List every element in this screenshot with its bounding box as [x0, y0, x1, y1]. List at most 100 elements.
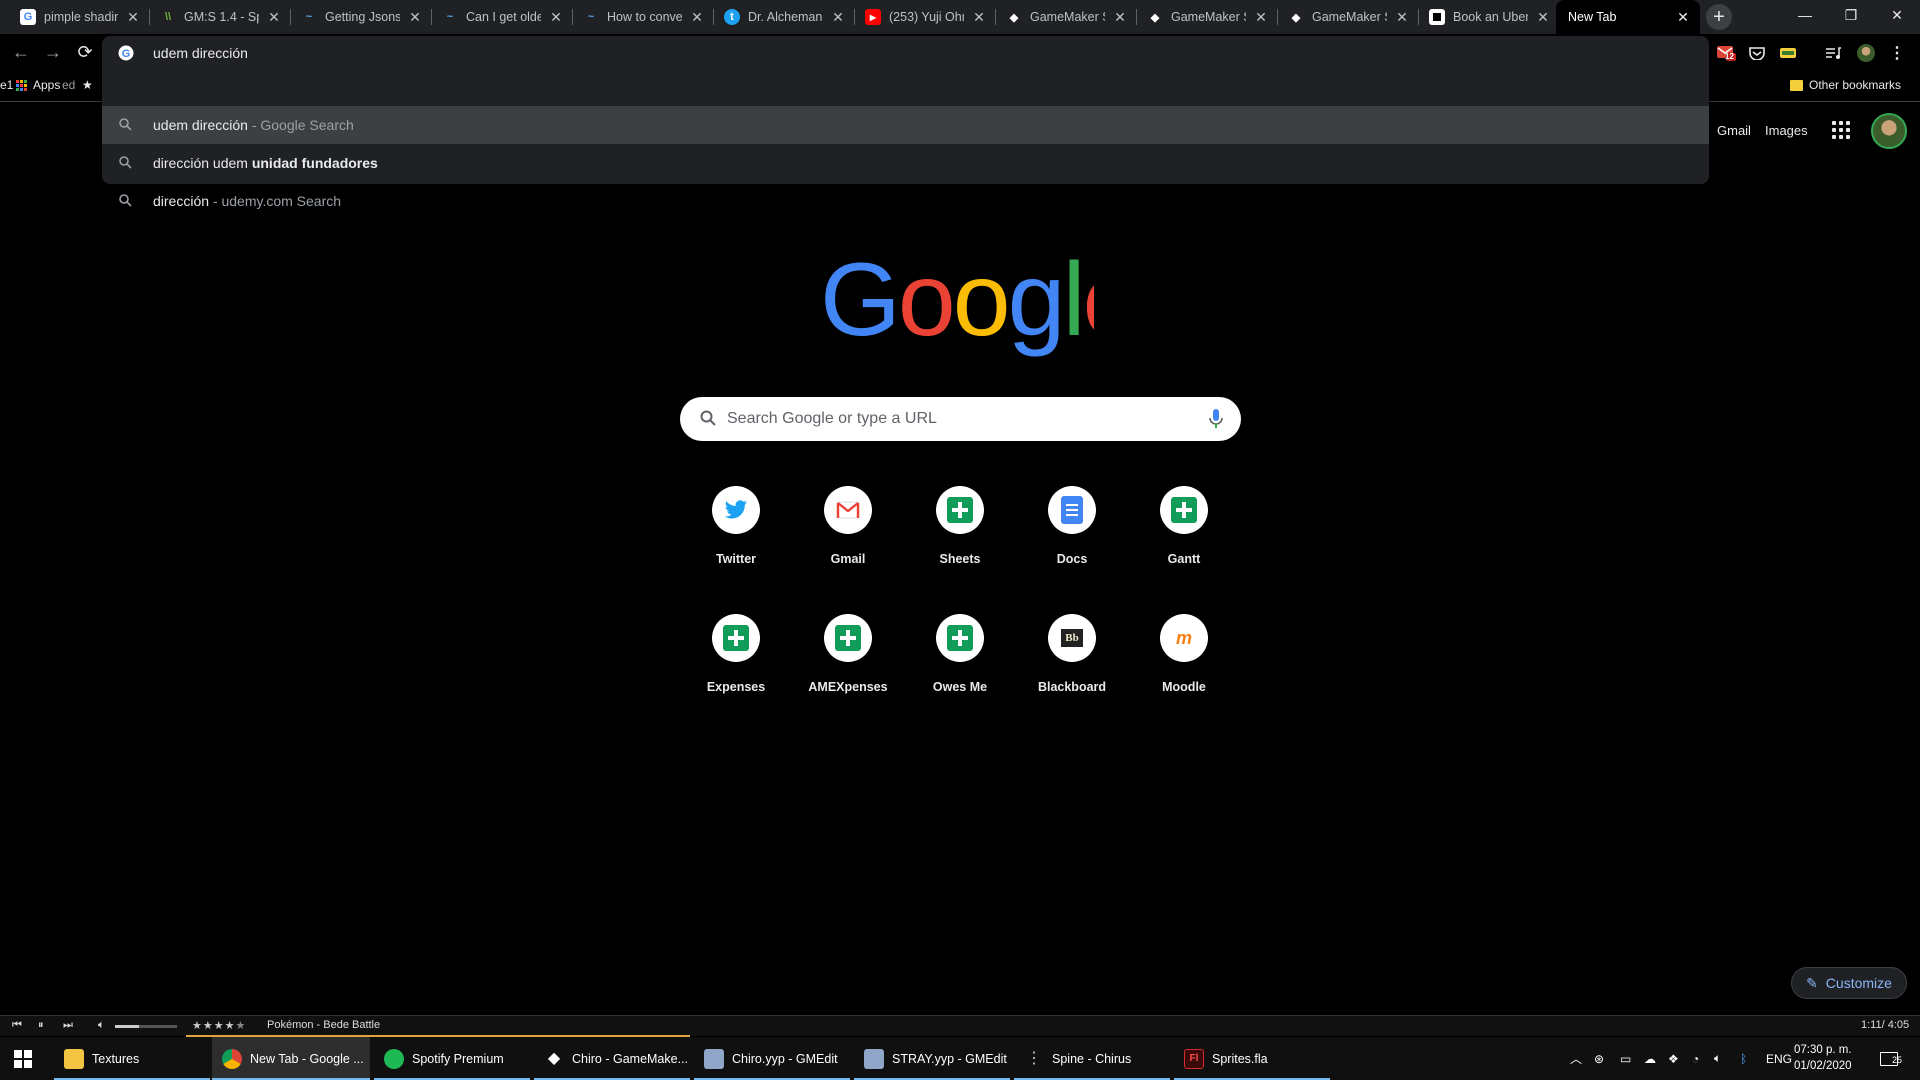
back-button[interactable]: ← — [9, 40, 33, 64]
close-icon[interactable]: ✕ — [972, 9, 986, 26]
taskbar-item[interactable]: STRAY.yyp - GMEdit — [854, 1037, 1010, 1080]
taskbar-item[interactable]: ◆ Chiro - GameMake... — [534, 1037, 690, 1080]
restore-button[interactable]: ❐ — [1828, 0, 1874, 30]
reload-button[interactable]: ⟳ — [73, 40, 97, 64]
minimize-button[interactable]: — — [1782, 0, 1828, 30]
pocket-icon[interactable] — [1746, 42, 1768, 64]
wifi-icon[interactable]: ◔ — [1692, 1037, 1699, 1080]
close-icon[interactable]: ✕ — [1254, 9, 1268, 26]
tab[interactable]: ~ How to convert ✕ — [573, 0, 714, 34]
track-title: Pokémon - Bede Battle — [267, 1019, 381, 1031]
tab[interactable]: ◆ GameMaker Studio ✕ — [1278, 0, 1419, 34]
shortcut-tile[interactable]: Sheets — [904, 486, 1016, 598]
bluetooth-icon[interactable]: ᛒ — [1740, 1037, 1747, 1080]
shortcut-tile[interactable]: AMEXpenses — [792, 614, 904, 726]
google-apps-icon[interactable] — [1832, 121, 1850, 139]
tab[interactable]: ~ Getting Jsons ✕ — [291, 0, 432, 34]
close-icon[interactable]: ✕ — [1676, 9, 1690, 26]
gmail-checker-icon[interactable]: 12 — [1715, 42, 1737, 64]
language-indicator[interactable]: ENG — [1766, 1037, 1792, 1080]
dropbox-icon[interactable]: ❖ — [1668, 1037, 1679, 1080]
previous-track-icon[interactable]: ⏮ — [12, 1019, 22, 1032]
bookmark-fragment[interactable]: e1 — [0, 78, 13, 92]
tab[interactable]: t Dr. Alchemanic ✕ — [714, 0, 855, 34]
shortcut-tile[interactable]: Gantt — [1128, 486, 1240, 598]
close-icon[interactable]: ✕ — [1395, 9, 1409, 26]
shortcut-tile[interactable]: Gmail — [792, 486, 904, 598]
tab-title: GM:S 1.4 - Sprite — [184, 10, 259, 24]
volume-icon[interactable]: 🔈︎ — [98, 1019, 105, 1032]
microphone-icon[interactable] — [1209, 408, 1223, 435]
shortcut-tile[interactable]: m Moodle — [1128, 614, 1240, 726]
tab[interactable]: ~ Can I get older ✕ — [432, 0, 573, 34]
tab[interactable]: ◆ GameMaker Studio ✕ — [1137, 0, 1278, 34]
close-icon[interactable]: ✕ — [267, 9, 281, 26]
bookmark-other[interactable]: Other bookmarks — [1790, 78, 1901, 92]
close-icon[interactable]: ✕ — [549, 9, 563, 26]
suggestion-row[interactable]: dirección - udemy.com Search — [102, 182, 1709, 220]
omnibox-text[interactable]: udem dirección — [153, 45, 248, 61]
new-tab-button[interactable]: + — [1706, 4, 1732, 30]
taskbar: Textures New Tab - Google ... Spotify Pr… — [0, 1037, 1920, 1080]
taskbar-item[interactable]: Chiro.yyp - GMEdit — [694, 1037, 850, 1080]
clock[interactable]: 07:30 p. m. 01/02/2020 — [1794, 1042, 1852, 1074]
tab[interactable]: Book an Uber ✕ — [1419, 0, 1560, 34]
tray-app-icon[interactable]: ⊛ — [1594, 1037, 1604, 1080]
forward-button[interactable]: → — [41, 40, 65, 64]
taskbar-item[interactable]: Spotify Premium — [374, 1037, 530, 1080]
close-icon[interactable]: ✕ — [690, 9, 704, 26]
gamemaker-icon: ◆ — [1291, 11, 1301, 24]
track-time: 1:11/ 4:05 — [1861, 1019, 1910, 1031]
images-link[interactable]: Images — [1765, 123, 1808, 138]
extension-icon[interactable] — [1777, 42, 1799, 64]
media-bar: ⏮ ⏸ ⏭ 🔈︎ ★★★★★ Pokémon - Bede Battle 1:1… — [0, 1015, 1920, 1038]
close-icon[interactable]: ✕ — [1113, 9, 1127, 26]
volume-slider[interactable] — [115, 1025, 177, 1028]
next-track-icon[interactable]: ⏭ — [63, 1019, 73, 1032]
taskbar-item[interactable]: New Tab - Google ... — [212, 1037, 370, 1080]
bookmark-fragment[interactable]: ed — [62, 78, 75, 92]
volume-icon[interactable]: 🔈︎ — [1714, 1037, 1721, 1080]
customize-button[interactable]: ✎ Customize — [1791, 967, 1907, 999]
close-window-button[interactable]: ✕ — [1874, 0, 1920, 30]
chrome-menu-icon[interactable]: ⋮ — [1886, 42, 1908, 64]
cloud-icon[interactable]: ☁ — [1644, 1037, 1656, 1080]
tab-title: GameMaker Studio — [1030, 10, 1105, 24]
omnibox[interactable]: G udem dirección — [102, 36, 1709, 70]
shortcut-tile[interactable]: Twitter — [680, 486, 792, 598]
tab-active[interactable]: New Tab ✕ — [1556, 0, 1700, 34]
close-icon[interactable]: ✕ — [1536, 9, 1550, 26]
shortcut-tile[interactable]: Bb Blackboard — [1016, 614, 1128, 726]
chevron-up-icon[interactable]: ︿ — [1570, 1037, 1582, 1080]
close-icon[interactable]: ✕ — [831, 9, 845, 26]
suggestion-query: dirección — [153, 193, 210, 209]
start-button[interactable] — [0, 1037, 48, 1080]
shortcut-tile[interactable]: Expenses — [680, 614, 792, 726]
notifications-icon[interactable]: 25 — [1880, 1037, 1902, 1080]
sheets-icon — [936, 486, 984, 534]
suggestion-row[interactable]: dirección udem unidad fundadores — [102, 144, 1709, 182]
tab[interactable]: \\ GM:S 1.4 - Sprite ✕ — [150, 0, 291, 34]
shortcut-tile[interactable]: Owes Me — [904, 614, 1016, 726]
bookmark-apps[interactable]: Apps — [16, 78, 60, 92]
close-icon[interactable]: ✕ — [408, 9, 422, 26]
star-icon[interactable]: ★ — [82, 78, 93, 92]
avatar[interactable] — [1871, 113, 1907, 149]
taskbar-item[interactable]: Textures — [54, 1037, 210, 1080]
profile-icon[interactable] — [1855, 42, 1877, 64]
battery-icon[interactable]: ▭ — [1620, 1037, 1631, 1080]
close-icon[interactable]: ✕ — [126, 9, 140, 26]
tab[interactable]: ▶ (253) Yuji Ohno ✕ — [855, 0, 996, 34]
tab[interactable]: G pimple shading ✕ — [10, 0, 150, 34]
shortcut-tile[interactable]: Docs — [1016, 486, 1128, 598]
taskbar-item[interactable]: Fl Sprites.fla — [1174, 1037, 1330, 1080]
gmail-link[interactable]: Gmail — [1717, 123, 1751, 138]
suggestion-row[interactable]: udem dirección - Google Search — [102, 106, 1709, 144]
taskbar-item[interactable]: ⋮ Spine - Chirus — [1014, 1037, 1170, 1080]
rating-stars[interactable]: ★★★★★ — [192, 1019, 246, 1032]
taskbar-label: New Tab - Google ... — [250, 1051, 364, 1066]
ntp-search-box[interactable]: Search Google or type a URL — [680, 397, 1241, 441]
pause-icon[interactable]: ⏸ — [38, 1019, 44, 1032]
media-control-icon[interactable] — [1822, 42, 1844, 64]
tab[interactable]: ◆ GameMaker Studio ✕ — [996, 0, 1137, 34]
